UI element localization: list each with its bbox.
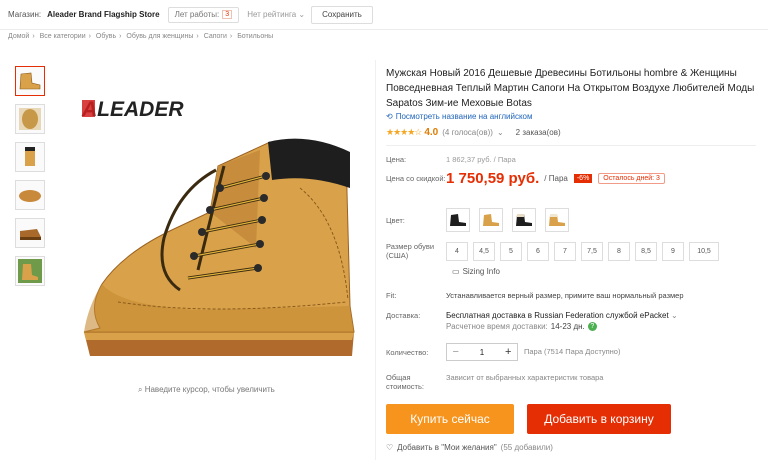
breadcrumb-item[interactable]: Обувь <box>96 33 116 40</box>
ruler-icon: ▭ <box>452 267 460 276</box>
buy-now-button[interactable]: Купить сейчас <box>386 404 514 434</box>
price-row: Цена: 1 862,37 руб. / Пара <box>386 155 516 164</box>
divider <box>375 60 376 460</box>
shipping-label: Доставка: <box>386 311 421 320</box>
breadcrumb-item[interactable]: Сапоги <box>204 33 227 40</box>
thumbnail-5[interactable] <box>15 218 45 248</box>
sizing-info-link[interactable]: ▭ Sizing Info <box>452 267 500 276</box>
zoom-hint-text: Наведите курсор, чтобы увеличить <box>144 385 275 394</box>
size-option[interactable]: 9 <box>662 242 684 261</box>
translate-link-text: Посмотреть название на английском <box>395 112 533 121</box>
shop-label: Магазин: <box>8 10 42 19</box>
product-title: Мужская Новый 2016 Дешевые Древесины Бот… <box>386 68 755 109</box>
main-product-image[interactable]: ALEADER <box>60 70 370 380</box>
years-label: Лет работы: <box>174 10 220 19</box>
rating-row: ★★★★☆ 4.0 (4 голоса(ов)) ⌄ 2 заказа(ов) <box>386 127 561 138</box>
breadcrumb-item[interactable]: Ботильоны <box>237 33 273 40</box>
thumbnail-1[interactable] <box>15 66 45 96</box>
discount-price-row: Цена со скидкой: 1 750,59 руб. / Пара -6… <box>386 170 665 187</box>
product-detail: Мужская Новый 2016 Дешевые Древесины Бот… <box>386 0 766 460</box>
wishlist-link[interactable]: ♡ Добавить в "Мои желания" (55 добавили) <box>386 443 553 452</box>
old-price: 1 862,37 руб. / Пара <box>446 155 516 164</box>
quantity-row: Количество: − 1 + Пара (7514 Пара Доступ… <box>386 343 620 361</box>
size-option[interactable]: 6 <box>527 242 549 261</box>
fit-row: Fit: Устанавливается верный размер, прим… <box>386 291 684 300</box>
years-value: 3 <box>222 10 233 19</box>
help-icon[interactable]: ? <box>587 322 597 331</box>
size-label: Размер обуви (США) <box>386 242 435 260</box>
increase-button[interactable]: + <box>500 346 518 358</box>
color-swatch-black-fur[interactable] <box>512 208 536 232</box>
shipping-method-text: Бесплатная доставка в Russian Federation… <box>446 311 669 320</box>
delivery-time: Расчетное время доставки: 14-23 дн. ? <box>446 322 678 331</box>
rating-value: 4.0 <box>424 127 439 138</box>
quantity-input[interactable]: 1 <box>465 348 500 357</box>
rating-dropdown[interactable]: Нет рейтинга ⌄ <box>247 10 305 19</box>
translate-link[interactable]: ⟲ Посмотреть название на английском <box>386 112 532 121</box>
size-option[interactable]: 7 <box>554 242 576 261</box>
decrease-button[interactable]: − <box>447 346 465 358</box>
stock-info: Пара (7514 Пара Доступно) <box>524 347 621 356</box>
total-label: Общая стоимость: <box>386 373 424 391</box>
divider <box>386 145 756 146</box>
breadcrumb-item[interactable]: Обувь для женщины <box>126 33 193 40</box>
color-label: Цвет: <box>386 215 405 225</box>
years-badge: Лет работы: 3 <box>167 6 240 23</box>
size-option[interactable]: 7,5 <box>581 242 603 261</box>
shipping-row: Доставка: Бесплатная доставка в Russian … <box>386 311 678 331</box>
thumbnail-3[interactable] <box>15 142 45 172</box>
add-to-cart-button[interactable]: Добавить в корзину <box>527 404 671 434</box>
color-swatch-wheat-fur[interactable] <box>545 208 569 232</box>
quantity-label: Количество: <box>386 347 429 357</box>
color-swatch-black[interactable] <box>446 208 470 232</box>
delivery-time-label: Расчетное время доставки: <box>446 322 548 331</box>
thumbnail-2[interactable] <box>15 104 45 134</box>
thumbnail-6[interactable] <box>15 256 45 286</box>
discount-badge: -6% <box>573 174 593 183</box>
orders-count: 2 заказа(ов) <box>515 128 561 137</box>
wishlist-text: Добавить в "Мои желания" <box>397 443 497 452</box>
save-store-button[interactable]: Сохранить <box>311 5 373 24</box>
brand-logo: ALEADER <box>81 98 184 121</box>
thumbnail-4[interactable] <box>15 180 45 210</box>
quantity-stepper: − 1 + <box>446 343 518 361</box>
breadcrumb-item[interactable]: Домой <box>8 33 29 40</box>
days-left-badge: Осталось дней: 3 <box>598 173 665 184</box>
delivery-time-value: 14-23 дн. <box>550 322 585 331</box>
discount-price: 1 750,59 руб. <box>446 170 540 187</box>
shop-name-link[interactable]: Aleader Brand Flagship Store <box>47 10 159 19</box>
chevron-down-icon: ⌄ <box>670 311 678 320</box>
price-unit: / Пара <box>544 174 568 183</box>
color-row: Цвет: <box>386 208 578 232</box>
rating-label: Нет рейтинга <box>247 10 297 19</box>
size-row: Размер обуви (США) 4 4,5 5 6 7 7,5 8 8,5… <box>386 242 724 261</box>
star-rating-icon: ★★★★☆ <box>386 127 422 137</box>
discount-price-label: Цена со скидкой: <box>386 174 446 183</box>
shipping-method[interactable]: Бесплатная доставка в Russian Federation… <box>446 311 678 320</box>
heart-icon: ♡ <box>386 443 394 452</box>
fit-value: Устанавливается верный размер, примите в… <box>446 291 684 300</box>
size-option[interactable]: 4 <box>446 242 468 261</box>
wishlist-count: (55 добавили) <box>500 443 553 452</box>
total-value: Зависит от выбранных характеристик товар… <box>446 373 604 382</box>
size-option[interactable]: 4,5 <box>473 242 495 261</box>
zoom-hint: ⌕ Наведите курсор, чтобы увеличить <box>138 385 275 394</box>
reviews-link[interactable]: (4 голоса(ов)) <box>442 128 493 137</box>
breadcrumb: Домой › Все категории › Обувь › Обувь для ж… <box>8 33 274 40</box>
fit-label: Fit: <box>386 291 397 300</box>
translate-icon: ⟲ <box>386 112 393 121</box>
sizing-info-text: Sizing Info <box>462 267 500 276</box>
color-swatch-wheat[interactable] <box>479 208 503 232</box>
chevron-down-icon[interactable]: ⌄ <box>497 128 504 137</box>
price-label: Цена: <box>386 155 407 164</box>
size-option[interactable]: 10,5 <box>689 242 719 261</box>
size-option[interactable]: 5 <box>500 242 522 261</box>
size-option[interactable]: 8 <box>608 242 630 261</box>
total-row: Общая стоимость: Зависит от выбранных ха… <box>386 373 603 391</box>
thumbnail-list <box>15 66 47 294</box>
size-option[interactable]: 8,5 <box>635 242 657 261</box>
breadcrumb-item[interactable]: Все категории <box>40 33 86 40</box>
